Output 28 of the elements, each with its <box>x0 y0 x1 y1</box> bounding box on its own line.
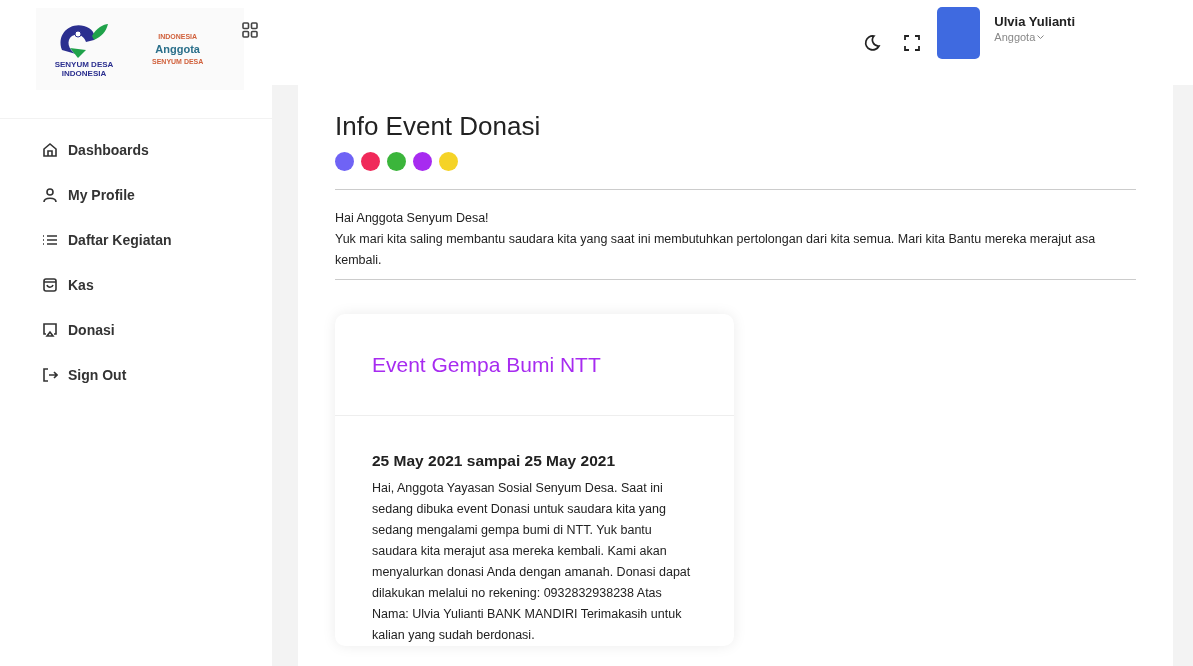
logout-icon <box>42 367 58 383</box>
logo-text: Anggota <box>155 43 200 55</box>
nav-item[interactable]: Kas <box>42 276 94 294</box>
screen-icon <box>42 322 58 338</box>
list-icon <box>42 232 58 248</box>
bag-icon <box>42 277 58 293</box>
intro-text: Yuk mari kita saling membantu saudara kita yang saat ini membutuhkan pertolongan dari kita semua. Mari kita Bantu mereka merajut asa kembali. <box>335 231 1097 269</box>
intro-text: Hai Anggota Senyum Desa! <box>335 210 490 227</box>
grid-icon[interactable] <box>242 22 258 38</box>
event-date: 25 May 2021 sampai 25 May 2021 <box>372 452 616 470</box>
avatar-photo-placeholder[interactable] <box>937 6 981 59</box>
nav-item[interactable]: Dashboards <box>42 141 149 159</box>
nav-item[interactable]: Donasi <box>42 321 115 339</box>
logo-caption: SENYUM DESA <box>54 60 114 69</box>
nav-item[interactable]: Sign Out <box>42 366 127 384</box>
event-description: Hai, Anggota Yayasan Sosial Senyum Desa. Saat ini sedang dibuka event Donasi untuk saudara kita yang sedang mengalami gempa bumi di NTT. Yuk bantu saudara kita merajut asa mereka kembali. Kami akan menyalurkan donasi Anda dengan amanah. Donasi dapat dilakukan melalui no rekening: 0932832938238 Atas Nama: Ulvia Yulianti BANK MANDIRI Terimakasih untuk kalian yang sudah berdonasi. <box>372 480 692 644</box>
caret-icon <box>1037 34 1045 40</box>
user-name[interactable]: Ulvia Yulianti <box>994 14 1075 29</box>
home-icon <box>42 142 58 158</box>
nav-item[interactable]: Daftar Kegiatan <box>42 231 172 249</box>
user-role-dropdown[interactable]: Anggota <box>994 31 1075 43</box>
logo-caption: INDONESIA <box>61 69 107 78</box>
user-icon <box>42 187 58 203</box>
page-title: Info Event Donasi <box>335 111 542 142</box>
moon-icon[interactable] <box>863 33 882 52</box>
nav-item[interactable]: My Profile <box>42 186 135 204</box>
event-title: Event Gempa Bumi NTT <box>372 352 601 377</box>
fullscreen-icon[interactable] <box>903 33 922 52</box>
